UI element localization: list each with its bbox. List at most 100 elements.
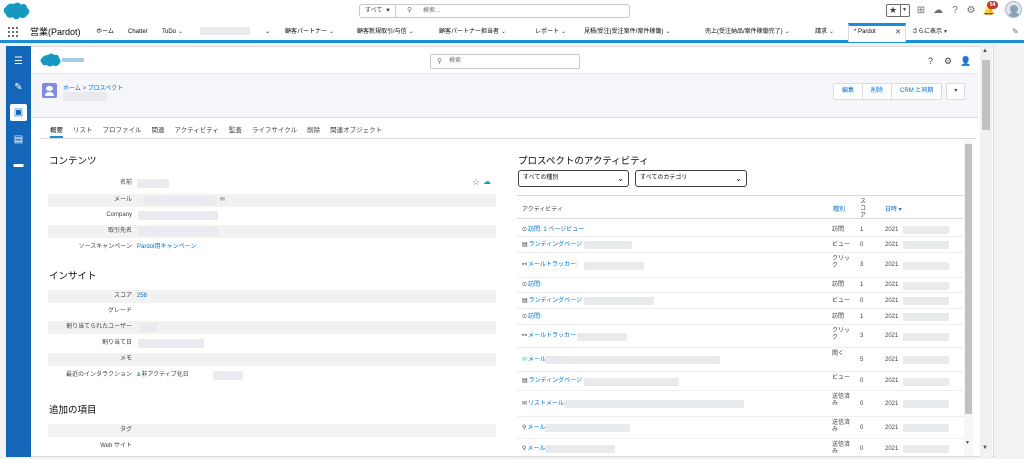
trailhead-icon[interactable]: ☁ [931, 4, 945, 18]
activity-row: ▤ランディングページ ビュー 0 2021 [517, 372, 964, 391]
chevron-down-icon[interactable]: ⌄ [265, 25, 270, 40]
field-recent-interaction: 最近のインタラクション ♟非アクティブ化日 [48, 369, 496, 382]
add-icon[interactable]: ⊞ [914, 4, 928, 18]
admin-icon[interactable]: ▬ [10, 156, 27, 173]
activity-type: ビュー [832, 298, 851, 304]
delete-button[interactable]: 削除 [862, 83, 893, 100]
menu-icon[interactable]: ☰ [10, 53, 27, 70]
hierarchy-icon: ⚲ [522, 446, 527, 452]
activity-link[interactable]: ⚲メール [522, 439, 545, 459]
tab-related[interactable]: 関連 [152, 126, 165, 138]
score-value[interactable]: 258 [137, 290, 147, 303]
tab-pardot[interactable]: * Pardot ✕ [848, 23, 906, 42]
column-header-score[interactable]: スコア [860, 199, 870, 220]
activity-row: ⚯メールトラッカー クリック 3 2021 [517, 325, 964, 348]
star-icon: ★ [889, 5, 898, 15]
activity-link[interactable]: ⊙訪問: 1 ページビュー [522, 223, 584, 237]
tab-related-objects[interactable]: 関連オブジェクト [330, 126, 382, 138]
activity-link[interactable]: ⚯メールトラッカー: [522, 253, 578, 278]
activity-label: メール [527, 446, 546, 452]
column-header-type[interactable]: 種別 [833, 204, 845, 213]
more-actions-button[interactable]: ▾ [946, 83, 966, 100]
source-campaign-link[interactable]: Pardot用キャンペーン [137, 241, 196, 254]
activity-type: 送信済み [832, 442, 851, 455]
page-scrollbar[interactable]: ▲ ▼ [980, 46, 992, 457]
nav-item-chatter[interactable]: Chatter [128, 25, 148, 40]
nav-item-home[interactable]: ホーム [96, 25, 114, 40]
nav-item-hidden[interactable] [200, 25, 250, 40]
help-icon[interactable]: ? [928, 56, 933, 66]
marketing-icon[interactable]: ✎ [10, 79, 27, 96]
help-icon[interactable]: ? [948, 4, 962, 18]
tab-lists[interactable]: リスト [73, 126, 93, 138]
nav-item-todo-label: ToDo [162, 29, 177, 35]
nav-item-reports[interactable]: レポート ⌄ [535, 25, 566, 40]
tab-deleted[interactable]: 削除 [307, 126, 320, 138]
crm-sync-button[interactable]: CRM と同期 [891, 83, 943, 100]
recent-interaction-value: ♟非アクティブ化日 [136, 369, 189, 382]
nav-item-customer-contact[interactable]: 顧客パートナー担当者 ⌄ [439, 25, 506, 40]
activity-link[interactable]: ✉リストメール [522, 391, 564, 417]
reports-icon[interactable]: ▤ [10, 131, 27, 148]
activity-score: 0 [860, 378, 864, 384]
redacted-date [903, 281, 949, 290]
prospects-icon[interactable]: ▣ [10, 104, 27, 121]
search-scope-select[interactable]: すべて ▼ [359, 4, 396, 18]
salesforce-pardot-logo[interactable] [40, 52, 88, 68]
activity-link[interactable]: ✉メール [522, 348, 546, 372]
gear-icon[interactable]: ⚙ [964, 4, 978, 18]
field-label: Company [106, 212, 132, 218]
activity-link[interactable]: ⊙訪問: [522, 309, 542, 325]
avatar[interactable] [1005, 1, 1022, 18]
close-icon[interactable]: ✕ [895, 28, 901, 36]
activity-type-select[interactable]: すべての種別 ⌄ [518, 170, 629, 187]
chevron-down-icon: ⌄ [829, 29, 835, 35]
nav-bar: 営業(Pardot) ホーム Chatter ToDo ⌄ ⌄ 顧客パートナー ⌄ … [0, 22, 1024, 43]
search-placeholder: 検索... [423, 8, 441, 14]
activity-category-select[interactable]: すべてのカテゴリ ⌄ [635, 170, 747, 187]
salesforce-logo[interactable] [3, 2, 31, 20]
column-header-date[interactable]: 日時 ▾ [885, 204, 902, 213]
redacted-text [583, 297, 654, 305]
envelope-icon[interactable]: ✉ [220, 194, 225, 207]
favorites-button[interactable]: ★ ▼ [886, 4, 910, 17]
activity-link[interactable]: ⚲メール [522, 417, 545, 439]
user-icon[interactable]: 👤 [960, 56, 971, 67]
tab-activity[interactable]: アクティビティ [175, 126, 219, 138]
edit-button[interactable]: 編集 [833, 83, 864, 100]
activity-link[interactable]: ▤ランディングページ [522, 372, 582, 391]
activity-link[interactable]: ⊙訪問: [522, 278, 542, 293]
global-search-input[interactable]: ⚲ 検索... [396, 4, 630, 18]
chevron-down-icon: ⌄ [561, 29, 567, 35]
tab-audit[interactable]: 監査 [229, 126, 242, 138]
tab-overview[interactable]: 概要 [50, 126, 63, 138]
redacted-text [577, 332, 627, 341]
app-launcher-icon[interactable] [8, 27, 18, 37]
activity-type: 開く [832, 351, 845, 357]
gear-icon[interactable]: ⚙ [944, 56, 952, 67]
content-scrollbar[interactable]: ▼ [964, 140, 973, 456]
pencil-icon[interactable]: ✎ [1012, 27, 1019, 36]
tab-lifecycle[interactable]: ライフサイクル [252, 126, 297, 138]
nav-item-customer-new[interactable]: 顧客新規取引/与信 ⌄ [357, 25, 414, 40]
nav-more[interactable]: さらに表示 ▾ [912, 25, 947, 40]
activity-row: ✉リストメール 送信済み 0 2021 [517, 391, 964, 417]
activity-type: 送信済み [832, 394, 851, 407]
nav-item-todo[interactable]: ToDo ⌄ [162, 25, 183, 40]
nav-item-billing[interactable]: 請求 ⌄ [815, 25, 834, 40]
breadcrumb[interactable]: ホーム > プロスペクト [63, 83, 123, 92]
nav-item-sales[interactable]: 売上(受注納品/案件稼働完了) ⌄ [705, 25, 790, 40]
activity-link[interactable]: ▤ランディングページ [522, 293, 582, 309]
pardot-search-input[interactable]: ⚲ 検索 [430, 54, 580, 69]
activity-link[interactable]: ▤ランディングページ [522, 237, 582, 253]
redacted-date [903, 332, 949, 341]
activity-row: ▤ランディングページ ビュー 0 2021 [517, 293, 964, 309]
tab-profile[interactable]: プロファイル [103, 126, 142, 138]
activity-link[interactable]: ⚯メールトラッカー [522, 325, 576, 348]
nav-item-customer-partner[interactable]: 顧客パートナー ⌄ [285, 25, 334, 40]
nav-item-label: 顧客パートナー [285, 29, 328, 35]
chevron-down-icon: ▼ [385, 8, 391, 14]
nav-item-quotes[interactable]: 見積/受注(受注案件/案件稼働) ⌄ [584, 25, 670, 40]
activity-date: 2021 [885, 282, 899, 288]
chevron-down-icon: ⌄ [665, 29, 671, 35]
